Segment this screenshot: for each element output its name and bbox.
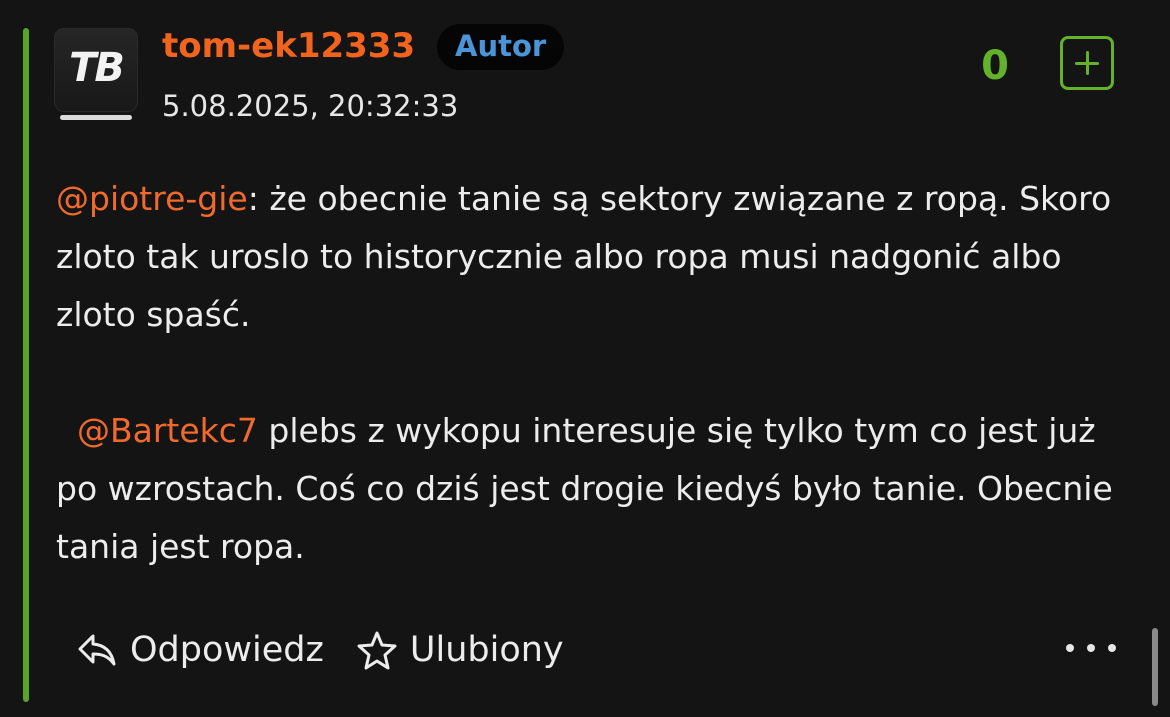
more-dot bbox=[1108, 644, 1116, 652]
comment-paragraph: @Bartekc7 plebs z wykopu interesuje się … bbox=[56, 402, 1136, 576]
thread-indicator-bar bbox=[23, 28, 29, 702]
favorite-label: Ulubiony bbox=[409, 630, 564, 670]
favorite-button[interactable]: Ulubiony bbox=[356, 630, 564, 670]
reply-label: Odpowiedz bbox=[130, 630, 324, 670]
comment-paragraph: @piotre-gie: że obecnie tanie są sektory… bbox=[56, 170, 1136, 344]
vote-count: 0 bbox=[981, 43, 1009, 89]
more-options-button[interactable] bbox=[1066, 636, 1116, 660]
avatar-initials: TB bbox=[69, 45, 125, 91]
upvote-button[interactable] bbox=[1060, 36, 1114, 90]
star-icon bbox=[357, 631, 397, 670]
avatar[interactable]: TB bbox=[54, 28, 138, 120]
reply-icon bbox=[78, 634, 116, 666]
reply-button[interactable]: Odpowiedz bbox=[76, 630, 324, 670]
more-dot bbox=[1087, 644, 1095, 652]
more-dots-icon bbox=[1066, 644, 1074, 652]
mention-link[interactable]: @piotre-gie bbox=[56, 179, 248, 218]
mention-link[interactable]: @Bartekc7 bbox=[77, 411, 258, 450]
scrollbar[interactable] bbox=[1152, 628, 1158, 706]
comment-actions: Odpowiedz Ulubiony bbox=[76, 620, 596, 680]
comment-timestamp: 5.08.2025, 20:32:33 bbox=[162, 89, 459, 123]
username[interactable]: tom-ek12333 bbox=[162, 24, 415, 68]
avatar-underline bbox=[60, 115, 132, 120]
comment-body: @piotre-gie: że obecnie tanie są sektory… bbox=[56, 170, 1136, 576]
author-badge: Autor bbox=[437, 24, 565, 70]
